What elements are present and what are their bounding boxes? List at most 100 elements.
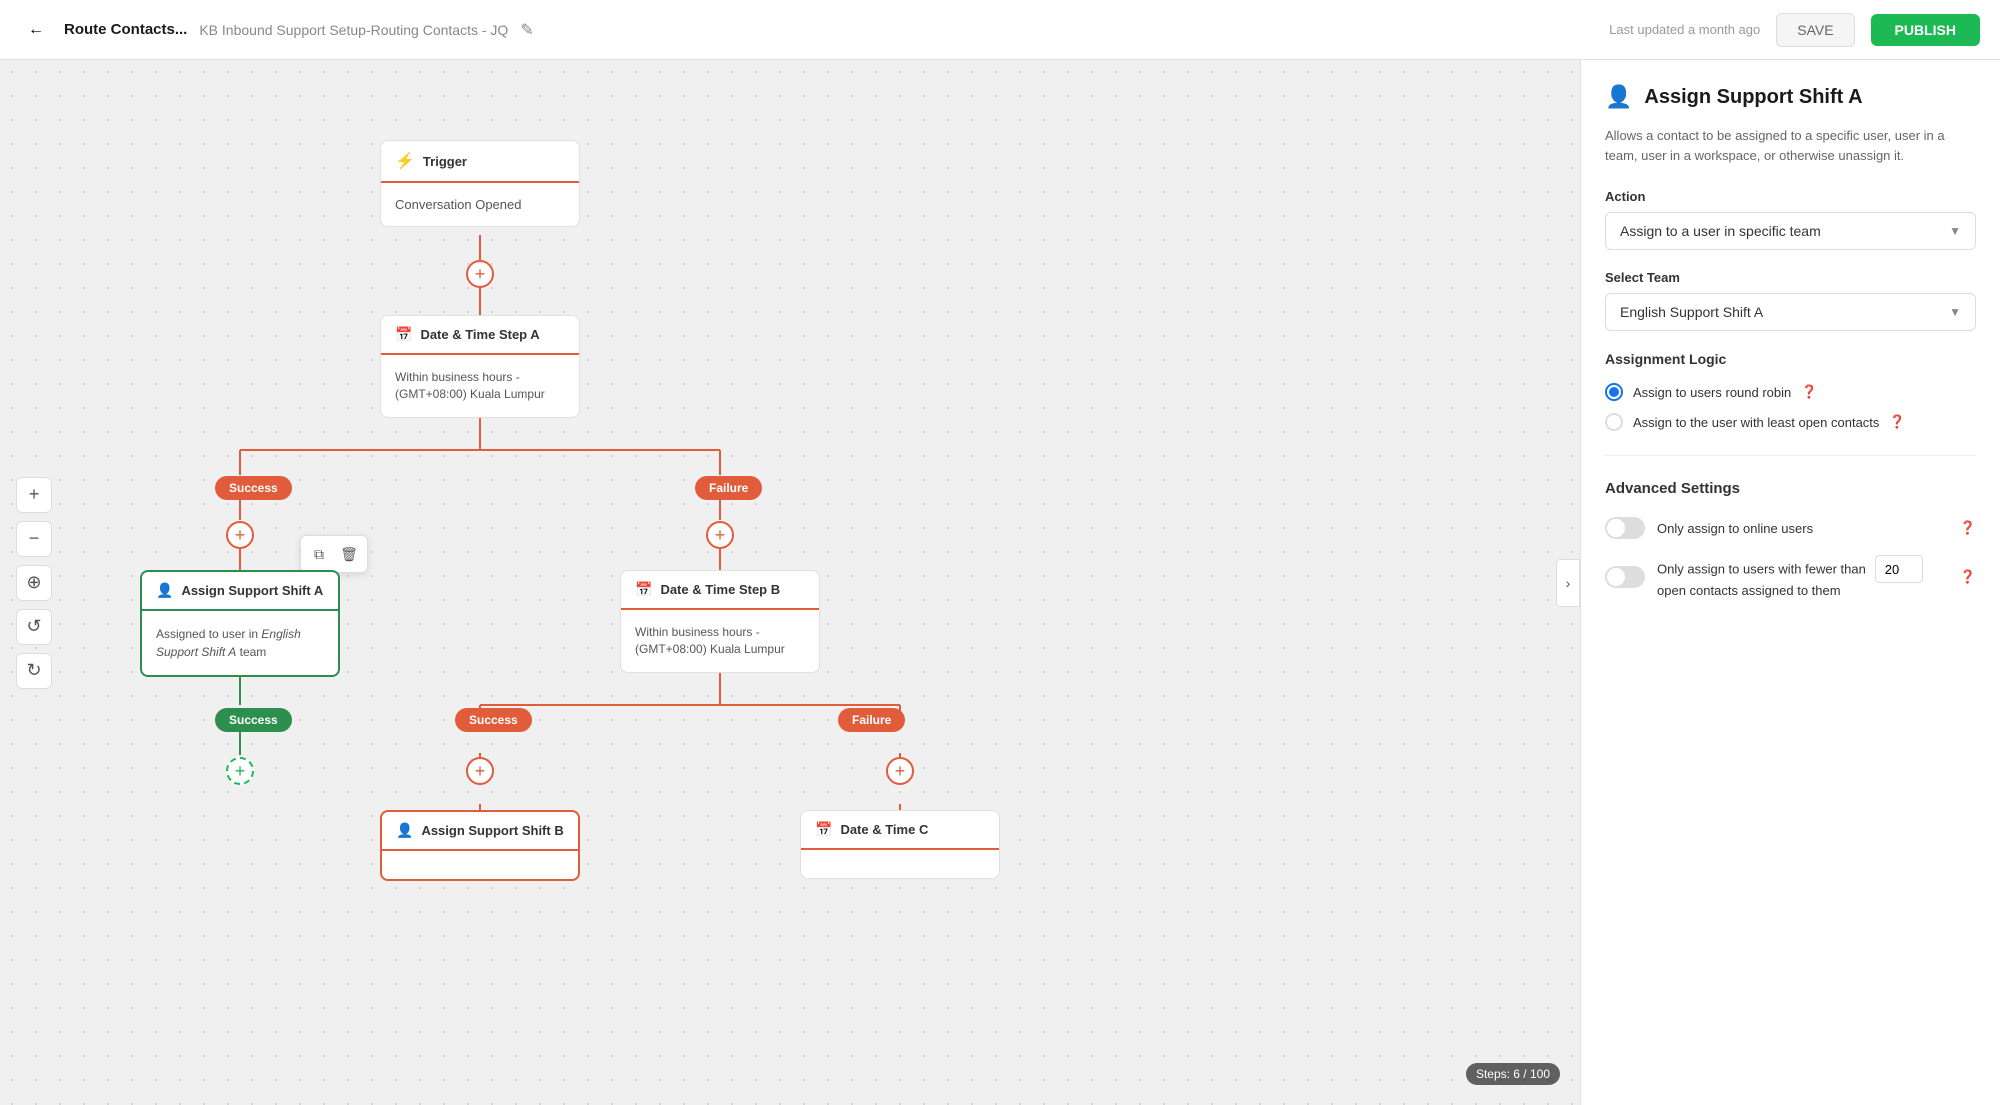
add-circle-failure-right[interactable]: + xyxy=(706,521,734,549)
assignment-logic-radio-group: Assign to users round robin ❓ Assign to … xyxy=(1605,383,1976,431)
delete-node-button[interactable]: 🗑 xyxy=(335,540,363,568)
assign-b-label: Assign Support Shift B xyxy=(421,823,563,838)
fewer-contacts-toggle-label: Only assign to users with fewer than ope… xyxy=(1657,555,1948,598)
datetime-b-node: 📅 Date & Time Step B Within business hou… xyxy=(620,570,820,673)
assign-b-node: 👤 Assign Support Shift B xyxy=(380,810,580,881)
add-circle-success2[interactable]: + xyxy=(466,757,494,785)
assign-a-body-prefix: Assigned to user in xyxy=(156,627,261,641)
assign-a-label: Assign Support Shift A xyxy=(181,583,323,598)
failure-badge-right: Failure xyxy=(695,476,762,500)
datetime-c-header: 📅 Date & Time C xyxy=(801,811,999,850)
select-team-label: Select Team xyxy=(1605,270,1976,285)
radio-round-robin-circle[interactable] xyxy=(1605,383,1623,401)
datetime-b-header: 📅 Date & Time Step B xyxy=(621,571,819,610)
save-button[interactable]: SAVE xyxy=(1776,13,1854,47)
canvas-toolbar: + − ⊕ ↺ ↻ xyxy=(16,477,52,689)
radio-round-robin-label: Assign to users round robin xyxy=(1633,385,1791,400)
advanced-settings-title: Advanced Settings xyxy=(1605,480,1976,497)
zoom-in-button[interactable]: + xyxy=(16,477,52,513)
fewer-contacts-toggle-row: Only assign to users with fewer than ope… xyxy=(1605,555,1976,598)
team-select[interactable]: English Support Shift A ▼ xyxy=(1605,293,1976,331)
assign-b-body xyxy=(382,851,578,879)
least-open-help-icon[interactable]: ❓ xyxy=(1889,414,1905,430)
edit-icon[interactable]: ✎ xyxy=(520,20,533,40)
fewer-contacts-toggle[interactable] xyxy=(1605,566,1645,588)
success-green-badge: Success xyxy=(215,708,292,732)
main-layout: + − ⊕ ↺ ↻ › xyxy=(0,0,2000,1105)
node-actions-assign-a: ⧉ 🗑 xyxy=(300,535,368,573)
back-button[interactable]: ← xyxy=(20,14,52,46)
online-users-help-icon[interactable]: ❓ xyxy=(1960,520,1976,536)
collapse-panel-button[interactable]: › xyxy=(1556,559,1580,607)
last-updated-text: Last updated a month ago xyxy=(1609,22,1760,37)
add-after-trigger[interactable]: + xyxy=(466,260,494,288)
team-select-value: English Support Shift A xyxy=(1620,304,1763,320)
header-right: Last updated a month ago SAVE PUBLISH xyxy=(1609,13,1980,47)
assign-b-header: 👤 Assign Support Shift B xyxy=(382,812,578,851)
datetime-c-body xyxy=(801,850,999,878)
failure-badge-2: Failure xyxy=(838,708,905,732)
add-circle-trigger[interactable]: + xyxy=(466,260,494,288)
datetime-a-label: Date & Time Step A xyxy=(420,327,539,342)
fewer-contacts-prefix: Only assign to users with fewer than xyxy=(1657,562,1866,577)
success-badge-2: Success xyxy=(455,708,532,732)
radio-round-robin[interactable]: Assign to users round robin ❓ xyxy=(1605,383,1976,401)
add-after-success-left[interactable]: + xyxy=(226,521,254,549)
publish-button[interactable]: PUBLISH xyxy=(1871,14,1980,46)
steps-counter: Steps: 6 / 100 xyxy=(1466,1063,1560,1085)
open-contacts-suffix: open contacts assigned to them xyxy=(1657,583,1841,598)
copy-node-button[interactable]: ⧉ xyxy=(305,540,333,568)
online-users-toggle-row: Only assign to online users ❓ xyxy=(1605,517,1976,539)
assign-a-header: 👤 Assign Support Shift A xyxy=(142,572,338,611)
assign-a-icon: 👤 xyxy=(156,582,173,599)
redo-button[interactable]: ↻ xyxy=(16,653,52,689)
datetime-b-body: Within business hours - (GMT+08:00) Kual… xyxy=(621,610,819,672)
center-button[interactable]: ⊕ xyxy=(16,565,52,601)
datetime-b-label: Date & Time Step B xyxy=(660,582,780,597)
success-badge-left: Success xyxy=(215,476,292,500)
action-select[interactable]: Assign to a user in specific team ▼ xyxy=(1605,212,1976,250)
radio-least-open-label: Assign to the user with least open conta… xyxy=(1633,415,1879,430)
success-badge: Success xyxy=(215,476,292,500)
failure-badge-2: Failure xyxy=(838,708,905,732)
trigger-label: Trigger xyxy=(423,154,467,169)
header: ← Route Contacts... KB Inbound Support S… xyxy=(0,0,2000,60)
action-label: Action xyxy=(1605,189,1976,204)
success-badge-green: Success xyxy=(215,708,292,732)
panel-title: Assign Support Shift A xyxy=(1644,86,1862,109)
add-circle-failure2[interactable]: + xyxy=(886,757,914,785)
radio-least-open[interactable]: Assign to the user with least open conta… xyxy=(1605,413,1976,431)
failure-badge: Failure xyxy=(695,476,762,500)
add-below-success2[interactable]: + xyxy=(466,757,494,785)
datetime-a-header: 📅 Date & Time Step A xyxy=(381,316,579,355)
add-below-failure2[interactable]: + xyxy=(886,757,914,785)
add-circle-success-left[interactable]: + xyxy=(226,521,254,549)
canvas[interactable]: + − ⊕ ↺ ↻ › xyxy=(0,60,1580,1105)
online-users-toggle[interactable] xyxy=(1605,517,1645,539)
undo-button[interactable]: ↺ xyxy=(16,609,52,645)
page-title: Route Contacts... xyxy=(64,21,187,38)
open-contacts-number-input[interactable] xyxy=(1875,555,1923,583)
add-circle-green[interactable]: + xyxy=(226,757,254,785)
assign-a-body: Assigned to user in English Support Shif… xyxy=(142,611,338,675)
online-users-toggle-label: Only assign to online users xyxy=(1657,521,1948,536)
datetime-a-node: 📅 Date & Time Step A Within business hou… xyxy=(380,315,580,418)
trigger-icon: ⚡ xyxy=(395,151,415,171)
panel-icon: 👤 xyxy=(1605,84,1632,110)
zoom-out-button[interactable]: − xyxy=(16,521,52,557)
round-robin-help-icon[interactable]: ❓ xyxy=(1801,384,1817,400)
back-icon: ← xyxy=(28,21,44,39)
add-dashed-below-success[interactable]: + xyxy=(226,757,254,785)
fewer-contacts-help-icon[interactable]: ❓ xyxy=(1960,569,1976,585)
success-badge-2: Success xyxy=(455,708,532,732)
datetime-c-label: Date & Time C xyxy=(840,822,928,837)
trigger-node: ⚡ Trigger Conversation Opened xyxy=(380,140,580,227)
action-select-value: Assign to a user in specific team xyxy=(1620,223,1821,239)
assign-a-body-suffix: team xyxy=(236,645,266,659)
radio-least-open-circle[interactable] xyxy=(1605,413,1623,431)
panel-header: 👤 Assign Support Shift A xyxy=(1605,84,1976,110)
add-after-failure-right[interactable]: + xyxy=(706,521,734,549)
breadcrumb: KB Inbound Support Setup-Routing Contact… xyxy=(199,22,508,38)
datetime-a-icon: 📅 xyxy=(395,326,412,343)
trigger-node-header: ⚡ Trigger xyxy=(381,141,579,183)
